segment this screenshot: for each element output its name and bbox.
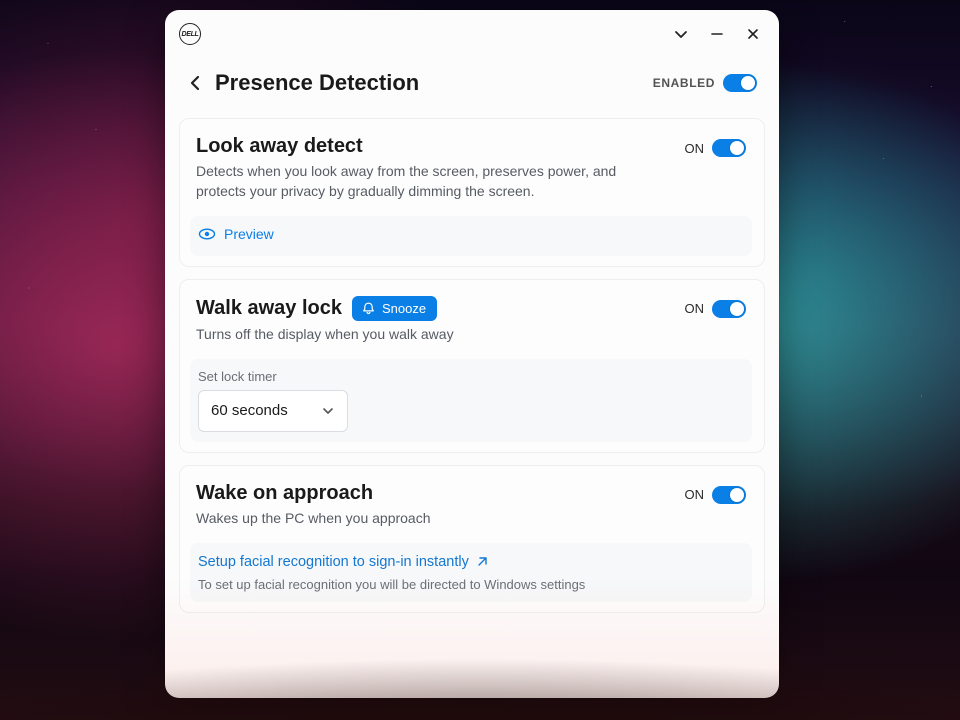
preview-link[interactable]: Preview (198, 226, 274, 242)
facial-recognition-link[interactable]: Setup facial recognition to sign-in inst… (198, 554, 489, 570)
look-away-footer: Preview (190, 216, 752, 256)
page-header: Presence Detection ENABLED (165, 58, 779, 118)
back-button[interactable] (179, 66, 213, 100)
eye-icon (198, 227, 216, 241)
facial-recognition-sub: To set up facial recognition you will be… (198, 577, 744, 592)
wake-state-label: ON (685, 487, 705, 502)
lock-timer-value: 60 seconds (211, 402, 288, 419)
chevron-left-icon (187, 74, 205, 92)
chevron-down-icon (673, 26, 689, 42)
dell-optimizer-window: DELL (165, 10, 779, 698)
preview-label: Preview (224, 226, 274, 242)
minimize-icon (710, 27, 724, 41)
wake-title: Wake on approach (196, 482, 675, 505)
wake-panel: Wake on approach Wakes up the PC when yo… (179, 465, 765, 613)
walk-away-panel: Walk away lock Snooze Turns off the disp… (179, 279, 765, 453)
lock-timer-label: Set lock timer (198, 369, 744, 384)
look-away-description: Detects when you look away from the scre… (196, 162, 656, 202)
look-away-title: Look away detect (196, 135, 675, 158)
desktop-wallpaper: DELL (0, 0, 960, 720)
walk-away-footer: Set lock timer 60 seconds (190, 359, 752, 442)
master-toggle[interactable] (723, 74, 757, 92)
look-away-toggle[interactable] (712, 139, 746, 157)
minimize-button[interactable] (699, 10, 735, 58)
wake-description: Wakes up the PC when you approach (196, 509, 656, 529)
enabled-label: ENABLED (653, 76, 715, 90)
walk-away-description: Turns off the display when you walk away (196, 325, 656, 345)
snooze-label: Snooze (382, 301, 426, 316)
panel-list: Look away detect Detects when you look a… (165, 118, 779, 627)
lock-timer-select[interactable]: 60 seconds (198, 390, 348, 432)
close-button[interactable] (735, 10, 771, 58)
look-away-state-label: ON (685, 141, 705, 156)
walk-away-state-label: ON (685, 301, 705, 316)
look-away-panel: Look away detect Detects when you look a… (179, 118, 765, 267)
collapse-button[interactable] (663, 10, 699, 58)
dell-logo: DELL (179, 23, 201, 45)
chevron-down-icon (321, 404, 335, 418)
close-icon (746, 27, 760, 41)
titlebar: DELL (165, 10, 779, 58)
walk-away-toggle[interactable] (712, 300, 746, 318)
facial-recognition-link-label: Setup facial recognition to sign-in inst… (198, 554, 469, 570)
wake-footer: Setup facial recognition to sign-in inst… (190, 543, 752, 602)
external-link-icon (475, 555, 489, 569)
bell-snooze-icon (361, 301, 376, 316)
walk-away-title: Walk away lock (196, 297, 342, 320)
page-title: Presence Detection (215, 70, 419, 96)
wake-toggle[interactable] (712, 486, 746, 504)
snooze-button[interactable]: Snooze (352, 296, 437, 321)
